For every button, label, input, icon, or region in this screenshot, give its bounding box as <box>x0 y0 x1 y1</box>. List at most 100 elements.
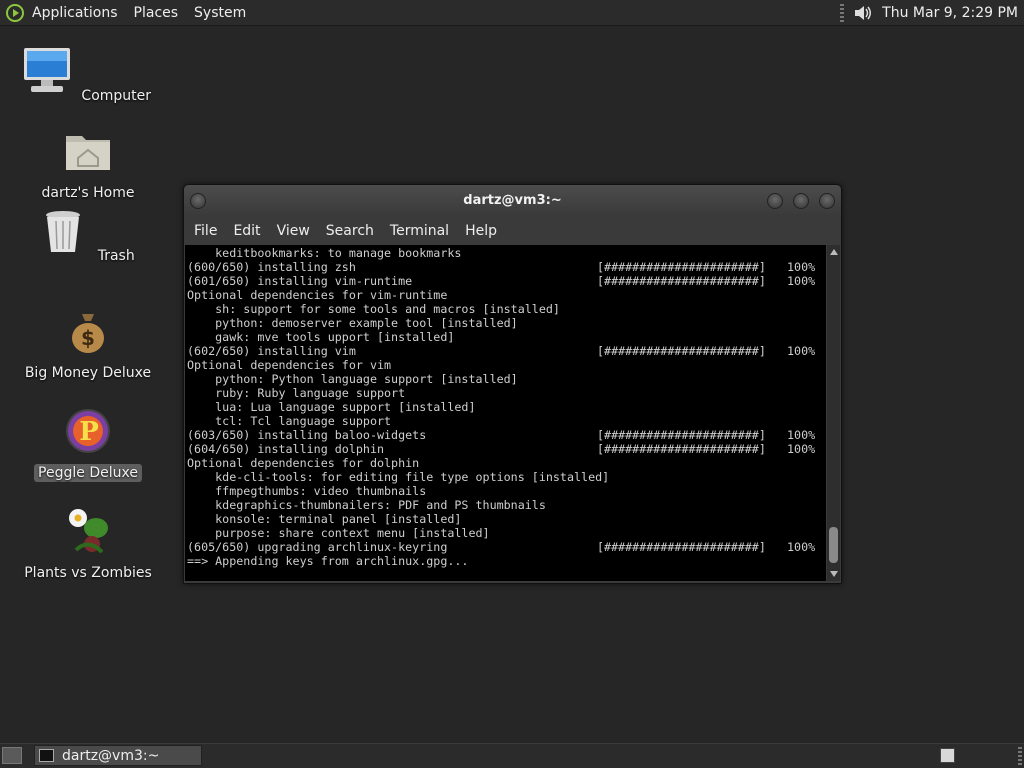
close-button[interactable] <box>819 193 835 209</box>
progress-bar-text: [######################] <box>597 442 766 456</box>
volume-icon[interactable] <box>852 2 874 24</box>
desktop-icon-trash[interactable]: Trash <box>18 206 158 265</box>
terminal-output: keditbookmarks: to manage bookmarks (600/… <box>185 245 826 568</box>
terminal-titlebar[interactable]: dartz@vm3:~ <box>184 185 841 217</box>
terminal-line: ruby: Ruby language support <box>187 386 826 400</box>
menu-places[interactable]: Places <box>126 5 187 21</box>
progress-percent: 100% <box>787 274 816 288</box>
terminal-line-text: ==> Appending keys from archlinux.gpg... <box>187 554 469 568</box>
desktop-icon-label: Big Money Deluxe <box>24 365 152 381</box>
terminal-line-text: Optional dependencies for vim-runtime <box>187 288 448 302</box>
terminal-screen[interactable]: keditbookmarks: to manage bookmarks (600/… <box>185 245 826 581</box>
peggle-icon: P <box>66 409 110 453</box>
menu-search[interactable]: Search <box>320 223 384 239</box>
menu-edit[interactable]: Edit <box>227 223 270 239</box>
desktop-icon-home[interactable]: dartz's Home <box>18 126 158 202</box>
terminal-line: (603/650) installing baloo-widgets [#####… <box>187 428 826 442</box>
trash-icon <box>46 211 81 252</box>
progress-percent: 100% <box>787 344 816 358</box>
terminal-line: Optional dependencies for vim-runtime <box>187 288 826 302</box>
terminal-line: Optional dependencies for dolphin <box>187 456 826 470</box>
terminal-line-text: sh: support for some tools and macros [i… <box>187 302 560 316</box>
menu-terminal[interactable]: Terminal <box>384 223 459 239</box>
terminal-line: (605/650) upgrading archlinux-keyring [##… <box>187 540 826 554</box>
terminal-line: kdegraphics-thumbnailers: PDF and PS thu… <box>187 498 826 512</box>
terminal-line: sh: support for some tools and macros [i… <box>187 302 826 316</box>
plants-vs-zombies-icon <box>69 509 108 554</box>
terminal-line: gawk: mve tools upport [installed] <box>187 330 826 344</box>
menu-view[interactable]: View <box>271 223 320 239</box>
desktop-icon-plants-vs-zombies[interactable]: Plants vs Zombies <box>18 506 158 582</box>
terminal-line-text: python: demoserver example tool [install… <box>187 316 518 330</box>
terminal-line-text: gawk: mve tools upport [installed] <box>187 330 455 344</box>
distro-logo-icon[interactable] <box>6 3 24 22</box>
desktop-icon-peggle[interactable]: P Peggle Deluxe <box>18 406 158 482</box>
terminal-line-text: purpose: share context menu [installed] <box>187 526 490 540</box>
menu-applications[interactable]: Applications <box>24 5 126 21</box>
terminal-line-text: tcl: Tcl language support <box>187 414 392 428</box>
scroll-down-arrow-icon[interactable] <box>830 571 838 577</box>
terminal-line: kde-cli-tools: for editing file type opt… <box>187 470 826 484</box>
scroll-up-arrow-icon[interactable] <box>830 249 838 255</box>
terminal-line: purpose: share context menu [installed] <box>187 526 826 540</box>
show-desktop-icon[interactable] <box>2 747 22 764</box>
window-menu-button[interactable] <box>190 193 206 209</box>
money-bag-icon: $ <box>72 314 104 353</box>
svg-text:P: P <box>79 417 99 447</box>
terminal-line: lua: Lua language support [installed] <box>187 400 826 414</box>
bottom-panel: dartz@vm3:~ <box>0 743 1024 768</box>
window-title: dartz@vm3:~ <box>463 193 562 208</box>
terminal-line: python: demoserver example tool [install… <box>187 316 826 330</box>
progress-bar-text: [######################] <box>597 428 766 442</box>
terminal-line-text: ruby: Ruby language support <box>187 386 406 400</box>
terminal-line-text: (605/650) upgrading archlinux-keyring <box>187 540 448 554</box>
workspace-switcher[interactable] <box>940 748 955 763</box>
desktop-icon-label: Plants vs Zombies <box>24 565 152 581</box>
desktop-icon-label: Trash <box>97 248 135 264</box>
terminal-line-text: python: Python language support [install… <box>187 372 518 386</box>
desktop-icon-computer[interactable]: Computer <box>18 46 158 105</box>
terminal-line: (600/650) installing zsh [###############… <box>187 260 826 274</box>
terminal-line-text: keditbookmarks: to manage bookmarks <box>187 246 462 260</box>
minimize-button[interactable] <box>767 193 783 209</box>
terminal-line-text: kde-cli-tools: for editing file type opt… <box>187 470 610 484</box>
terminal-icon <box>39 749 54 762</box>
terminal-line-text: ffmpegthumbs: video thumbnails <box>187 484 427 498</box>
menu-system[interactable]: System <box>186 5 254 21</box>
menu-help[interactable]: Help <box>459 223 507 239</box>
progress-percent: 100% <box>787 442 816 456</box>
panel-grip <box>1018 747 1022 765</box>
taskbar-terminal-button[interactable]: dartz@vm3:~ <box>34 745 202 766</box>
terminal-line-text: lua: Lua language support [installed] <box>187 400 476 414</box>
progress-bar-text: [######################] <box>597 540 766 554</box>
terminal-scrollbar[interactable] <box>827 245 840 581</box>
terminal-menubar: File Edit View Search Terminal Help <box>184 217 841 245</box>
desktop-icon-label: dartz's Home <box>41 185 135 201</box>
desktop-icon-label: Computer <box>81 88 152 104</box>
taskbar-label: dartz@vm3:~ <box>62 747 160 764</box>
terminal-line: python: Python language support [install… <box>187 372 826 386</box>
progress-percent: 100% <box>787 540 816 554</box>
terminal-line: (602/650) installing vim [###############… <box>187 344 826 358</box>
progress-percent: 100% <box>787 428 816 442</box>
terminal-line: ==> Appending keys from archlinux.gpg... <box>187 554 826 568</box>
scrollbar-thumb[interactable] <box>829 527 838 563</box>
desktop-icon-label: Peggle Deluxe <box>34 464 142 482</box>
terminal-line: konsole: terminal panel [installed] <box>187 512 826 526</box>
home-folder-icon <box>66 136 110 170</box>
progress-bar-text: [######################] <box>597 344 766 358</box>
terminal-window[interactable]: dartz@vm3:~ File Edit View Search Termin… <box>183 184 842 584</box>
computer-icon <box>23 48 70 92</box>
menu-file[interactable]: File <box>188 223 227 239</box>
terminal-line: ffmpegthumbs: video thumbnails <box>187 484 826 498</box>
svg-text:$: $ <box>81 326 95 350</box>
panel-grip <box>840 3 845 22</box>
terminal-line: Optional dependencies for vim <box>187 358 826 372</box>
terminal-line: keditbookmarks: to manage bookmarks <box>187 246 826 260</box>
clock[interactable]: Thu Mar 9, 2:29 PM <box>882 5 1020 21</box>
terminal-line-text: kdegraphics-thumbnailers: PDF and PS thu… <box>187 498 546 512</box>
desktop-icon-big-money[interactable]: $ Big Money Deluxe <box>18 306 158 382</box>
top-panel: Applications Places System Thu Mar 9, 2:… <box>0 0 1024 26</box>
maximize-button[interactable] <box>793 193 809 209</box>
terminal-line: (601/650) installing vim-runtime [#######… <box>187 274 826 288</box>
